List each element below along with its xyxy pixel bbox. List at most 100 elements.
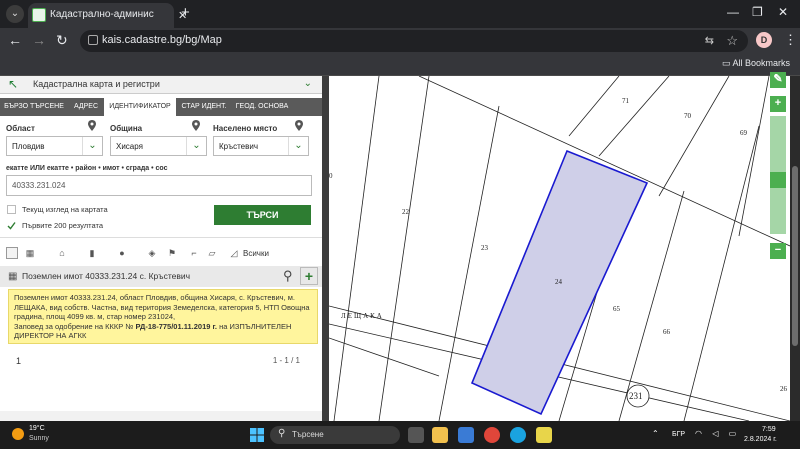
parcel-boundary (568, 76, 620, 137)
panel-splitter[interactable] (322, 76, 329, 421)
result-header[interactable]: ▦ Поземлен имот 40333.231.24 с. Кръстеви… (0, 266, 322, 287)
page-scrollbar-thumb[interactable] (792, 166, 798, 346)
pin-filter-icon[interactable]: ● (116, 247, 128, 259)
filter-row: ▦ ⌂ ▮ ● ◈ ⚑ ⌐ ▱ ◿ Всички (6, 247, 316, 261)
result-order-number: РД-18-775/01.11.2019 г. (135, 321, 217, 331)
tab-quick-search[interactable]: БЪРЗО ТЪРСЕНЕ (2, 98, 66, 116)
chevron-down-icon: ⌄ (82, 137, 102, 155)
browser-tab[interactable]: Кадастрално-административна ✕ (28, 3, 187, 28)
obshtina-label: Община (110, 124, 143, 133)
identifier-input[interactable]: 40333.231.024 (6, 175, 312, 196)
first-200-checkbox[interactable] (7, 221, 16, 230)
windows-start-icon[interactable] (250, 428, 264, 442)
building-filter-icon[interactable]: ▮ (86, 247, 98, 259)
angle-filter-icon[interactable]: ◿ (228, 247, 240, 259)
layers-filter-icon[interactable]: ◈ (146, 247, 158, 259)
windows-taskbar: 19°C Sunny ⚲ Търсене ⌃ БГР ◠ ◁ ▭ 7:59 2.… (0, 421, 800, 449)
parcel-filter-icon[interactable]: ▱ (206, 247, 218, 259)
forward-icon[interactable]: → (32, 32, 46, 48)
parcel-boundary (658, 76, 730, 197)
parcel-label: 71 (622, 97, 630, 105)
zoom-slider[interactable] (770, 116, 786, 234)
search-icon[interactable]: ⚲ (283, 268, 293, 284)
map-pin-icon[interactable] (192, 120, 200, 131)
search-button[interactable]: ТЪРСИ (214, 205, 311, 225)
home-filter-icon[interactable]: ⌂ (56, 247, 68, 259)
boundary-filter-icon[interactable]: ⌐ (188, 247, 200, 259)
grid-filter-icon[interactable]: ▦ (24, 247, 36, 259)
clock-date[interactable]: 2.8.2024 г. (744, 436, 777, 443)
road-edge (329, 337, 440, 377)
cadastral-map[interactable]: 71 70 69 22 23 24 65 66 26 0 ЛЕЩАКА 231 (329, 76, 790, 421)
divider (0, 237, 322, 238)
app-icon[interactable] (536, 427, 552, 443)
translate-icon[interactable]: ⇆ (705, 34, 714, 47)
edge-icon[interactable] (510, 427, 526, 443)
weather-description[interactable]: Sunny (29, 435, 49, 442)
tab-title: Кадастрално-административна (50, 9, 154, 20)
tab-geodetic-base[interactable]: ГЕОД. ОСНОВА (232, 98, 292, 116)
zoom-in-button[interactable]: + (770, 96, 786, 112)
filter-all-label: Всички (243, 249, 269, 258)
minimize-icon[interactable]: — (727, 5, 739, 19)
page-number[interactable]: 1 (16, 356, 21, 366)
tab-search-icon[interactable]: ⌄ (6, 5, 24, 23)
url-text[interactable]: kais.cadastre.bg/bg/Map (102, 34, 222, 46)
page-scrollbar[interactable] (790, 76, 800, 421)
clock-time[interactable]: 7:59 (762, 426, 776, 433)
obshtina-value: Хисаря (116, 142, 143, 151)
parcel-label: 24 (555, 278, 563, 286)
profile-avatar[interactable]: D (756, 32, 772, 48)
tab-identifier[interactable]: ИДЕНТИФИКАТОР (104, 98, 176, 116)
obshtina-select[interactable]: Хисаря ⌄ (110, 136, 207, 156)
file-explorer-icon[interactable] (432, 427, 448, 443)
sun-icon[interactable] (12, 428, 24, 440)
zoom-slider-handle[interactable] (770, 172, 786, 188)
filter-checkbox[interactable] (6, 247, 18, 259)
bookmark-bar: ▭ All Bookmarks (0, 54, 800, 76)
bookmark-star-icon[interactable]: ☆ (726, 33, 738, 49)
parcel-label: 26 (780, 385, 788, 393)
app-icon[interactable] (458, 427, 474, 443)
map-tool-icon[interactable]: ✎ (770, 72, 786, 88)
naseleno-select[interactable]: Кръстевич ⌄ (213, 136, 309, 156)
map-pin-icon[interactable] (295, 120, 303, 131)
flag-filter-icon[interactable]: ⚑ (166, 247, 178, 259)
oblast-label: Област (6, 124, 35, 133)
page-count: 1 - 1 / 1 (272, 356, 300, 365)
maximize-icon[interactable]: ❐ (752, 5, 763, 19)
chrome-icon[interactable] (484, 427, 500, 443)
oblast-select[interactable]: Пловдив ⌄ (6, 136, 103, 156)
weather-temperature[interactable]: 19°C (29, 425, 45, 432)
site-info-icon[interactable] (88, 35, 98, 45)
tray-chevron-icon[interactable]: ⌃ (652, 429, 659, 438)
tab-old-identifier[interactable]: СТАР ИДЕНТ. (178, 98, 230, 116)
task-view-icon[interactable] (408, 427, 424, 443)
panel-scrollbar[interactable] (0, 411, 322, 421)
chevron-down-icon: ⌄ (288, 137, 308, 155)
browser-tab-bar: ⌄ Кадастрално-административна ✕ + — ❐ ✕ (0, 0, 800, 28)
reload-icon[interactable]: ↻ (56, 32, 68, 49)
parcel-label: 65 (613, 305, 621, 313)
taskbar-search[interactable]: ⚲ Търсене (270, 426, 400, 444)
parcel-boundary (738, 76, 770, 237)
result-order-prefix: Заповед за одобрение на КККР № (14, 321, 136, 331)
parcel-label: 69 (740, 129, 748, 137)
tray-icons[interactable]: ◠ ◁ ▭ (695, 429, 740, 438)
search-tabs: БЪРЗО ТЪРСЕНЕ АДРЕС ИДЕНТИФИКАТОР СТАР И… (0, 98, 322, 116)
close-window-icon[interactable]: ✕ (778, 5, 788, 19)
map-pin-icon[interactable] (88, 120, 96, 131)
zoom-out-button[interactable]: − (770, 243, 786, 259)
menu-icon[interactable]: ⋮ (784, 32, 797, 48)
new-tab-button[interactable]: + (181, 4, 190, 21)
current-view-checkbox[interactable] (7, 205, 16, 214)
parcel-label: 70 (684, 112, 692, 120)
collapse-chevron-icon[interactable]: ⌄ (304, 78, 312, 89)
all-bookmarks-button[interactable]: ▭ All Bookmarks (722, 58, 790, 69)
address-bar[interactable]: kais.cadastre.bg/bg/Map ⇆ ☆ (80, 30, 748, 52)
back-icon[interactable]: ← (8, 32, 22, 48)
add-icon[interactable]: + (300, 267, 318, 285)
tab-address[interactable]: АДРЕС (70, 98, 102, 116)
language-indicator[interactable]: БГР (672, 431, 685, 438)
parcel-label: 22 (402, 208, 410, 216)
